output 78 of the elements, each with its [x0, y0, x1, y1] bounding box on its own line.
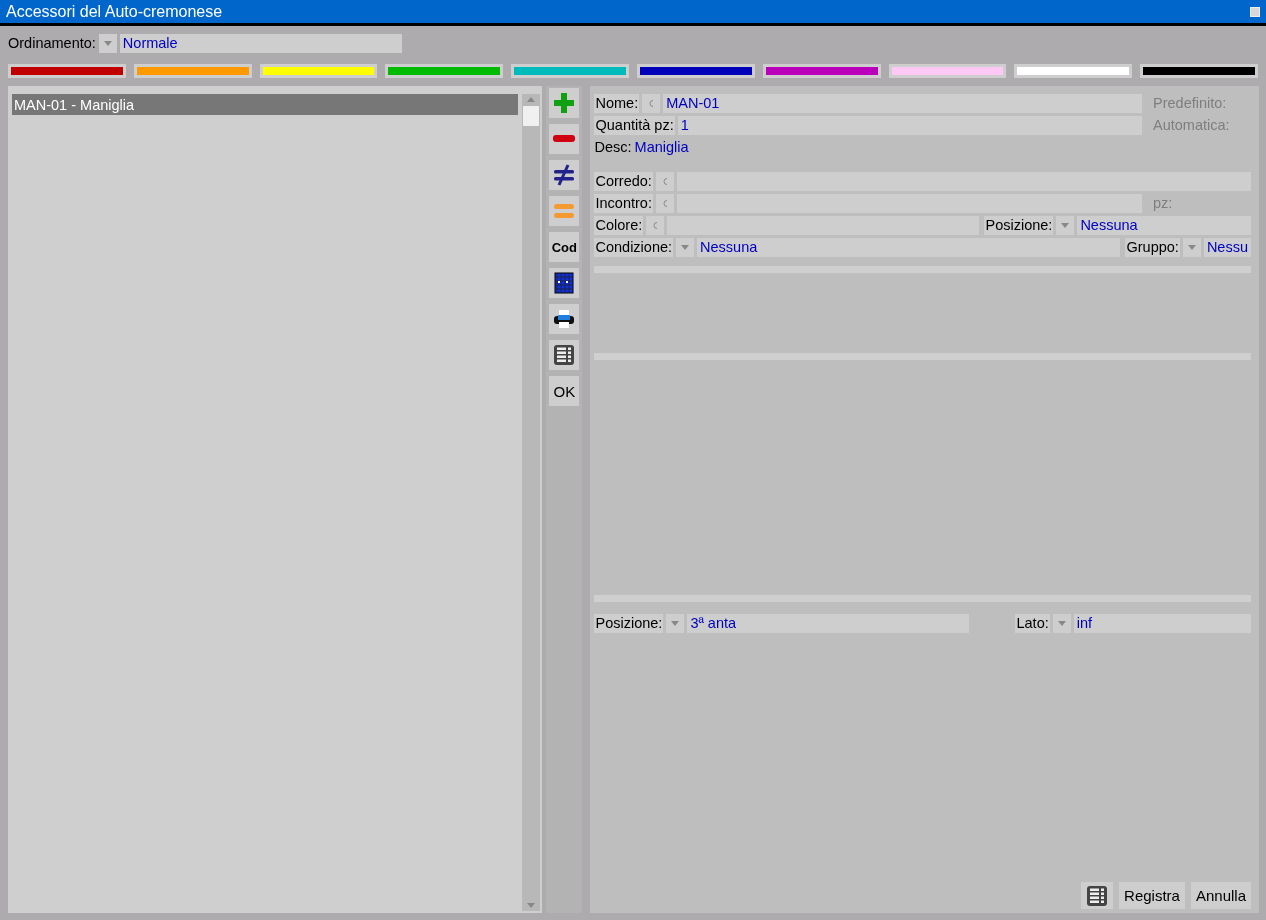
field-label: Posizione: — [594, 613, 664, 633]
field-label: Colore: — [594, 215, 644, 235]
field-label: Posizione: — [984, 215, 1054, 235]
c-icon — [661, 198, 668, 208]
scrollbar[interactable] — [522, 94, 541, 911]
scroll-up-icon[interactable] — [527, 97, 536, 102]
c-icon — [661, 176, 668, 186]
code-button[interactable] — [646, 215, 665, 235]
field-label: Predefinito: — [1152, 95, 1228, 111]
close-button[interactable] — [1250, 6, 1260, 17]
color-swatch[interactable] — [385, 64, 504, 78]
dropdown-caret-icon[interactable] — [1057, 620, 1066, 626]
color-swatch[interactable] — [1140, 64, 1258, 78]
dropdown-button[interactable] — [1052, 613, 1071, 633]
table-icon — [553, 344, 576, 366]
code-button[interactable] — [655, 171, 674, 191]
dropdown-button[interactable] — [1056, 215, 1075, 235]
scrollbar-thumb[interactable] — [523, 106, 540, 126]
color-swatch[interactable] — [1014, 64, 1133, 78]
input-field[interactable]: inf — [1073, 613, 1251, 633]
footer-button[interactable]: Annulla — [1190, 882, 1251, 909]
footer-button[interactable]: Registra — [1119, 882, 1185, 909]
dropdown-button[interactable] — [1182, 237, 1201, 257]
dropdown-caret-icon[interactable] — [671, 620, 680, 626]
color-swatch[interactable] — [762, 64, 881, 78]
dropdown-button[interactable] — [666, 613, 685, 633]
input-field[interactable]: Nessuna — [697, 237, 1121, 257]
color-swatch[interactable] — [637, 64, 755, 78]
dropdown-button[interactable] — [676, 237, 695, 257]
minus-icon — [553, 135, 576, 143]
toolbar-button[interactable]: OK — [549, 376, 580, 406]
sort-label: Ordinamento: — [8, 35, 96, 51]
plus-icon — [553, 92, 576, 114]
c-icon — [652, 220, 659, 230]
code-button[interactable] — [642, 93, 661, 113]
toolbar-button[interactable] — [549, 304, 580, 334]
field-label: Gruppo: — [1125, 237, 1180, 257]
grid-icon — [553, 271, 576, 295]
equals-icon — [553, 203, 576, 219]
dropdown-caret-icon[interactable] — [681, 244, 690, 250]
list-item[interactable]: MAN-01 - Maniglia — [12, 94, 519, 115]
field-label: Corredo: — [594, 171, 653, 191]
color-swatch[interactable] — [133, 64, 252, 78]
dropdown-caret-icon[interactable] — [103, 40, 112, 46]
scroll-down-icon[interactable] — [527, 903, 536, 908]
field-label: Quantità pz: — [594, 115, 675, 135]
field-label: Incontro: — [594, 193, 653, 213]
toolbar-button[interactable] — [549, 268, 580, 298]
color-swatch[interactable] — [8, 64, 126, 78]
dropdown-button[interactable] — [98, 33, 117, 53]
input-field[interactable]: Nessuna — [1077, 215, 1251, 235]
toolbar-button[interactable]: Cod — [549, 232, 580, 262]
color-swatch[interactable] — [511, 64, 629, 78]
field-label: Automatica: — [1152, 117, 1231, 133]
toolbar-button[interactable] — [549, 160, 580, 190]
code-button[interactable] — [655, 193, 674, 213]
toolbar-button[interactable] — [549, 340, 580, 370]
c-icon — [648, 98, 655, 108]
dropdown-caret-icon[interactable] — [1187, 244, 1196, 250]
window-title: Accessori del Auto-cremonese — [6, 2, 223, 21]
input-field[interactable]: 3ª anta — [687, 613, 970, 633]
input-field[interactable]: Nessu — [1203, 237, 1251, 257]
field-label: Nome: — [594, 93, 640, 113]
input-field[interactable]: MAN-01 — [663, 93, 1142, 113]
input-field[interactable]: 1 — [677, 115, 1142, 135]
field-label: Condizione: — [594, 237, 674, 257]
color-swatch[interactable] — [259, 64, 378, 78]
color-swatch[interactable] — [888, 64, 1007, 78]
table-icon — [1086, 884, 1109, 907]
field-label: pz: — [1152, 195, 1174, 211]
sort-field[interactable]: Normale — [119, 33, 402, 53]
field-label: Desc: — [594, 139, 632, 155]
table-button[interactable] — [1081, 882, 1114, 909]
field-label: Lato: — [1015, 613, 1050, 633]
printer-icon — [553, 309, 576, 329]
not-equal-icon — [553, 164, 576, 186]
dropdown-caret-icon[interactable] — [1061, 222, 1070, 228]
field-value: Maniglia — [634, 139, 689, 155]
